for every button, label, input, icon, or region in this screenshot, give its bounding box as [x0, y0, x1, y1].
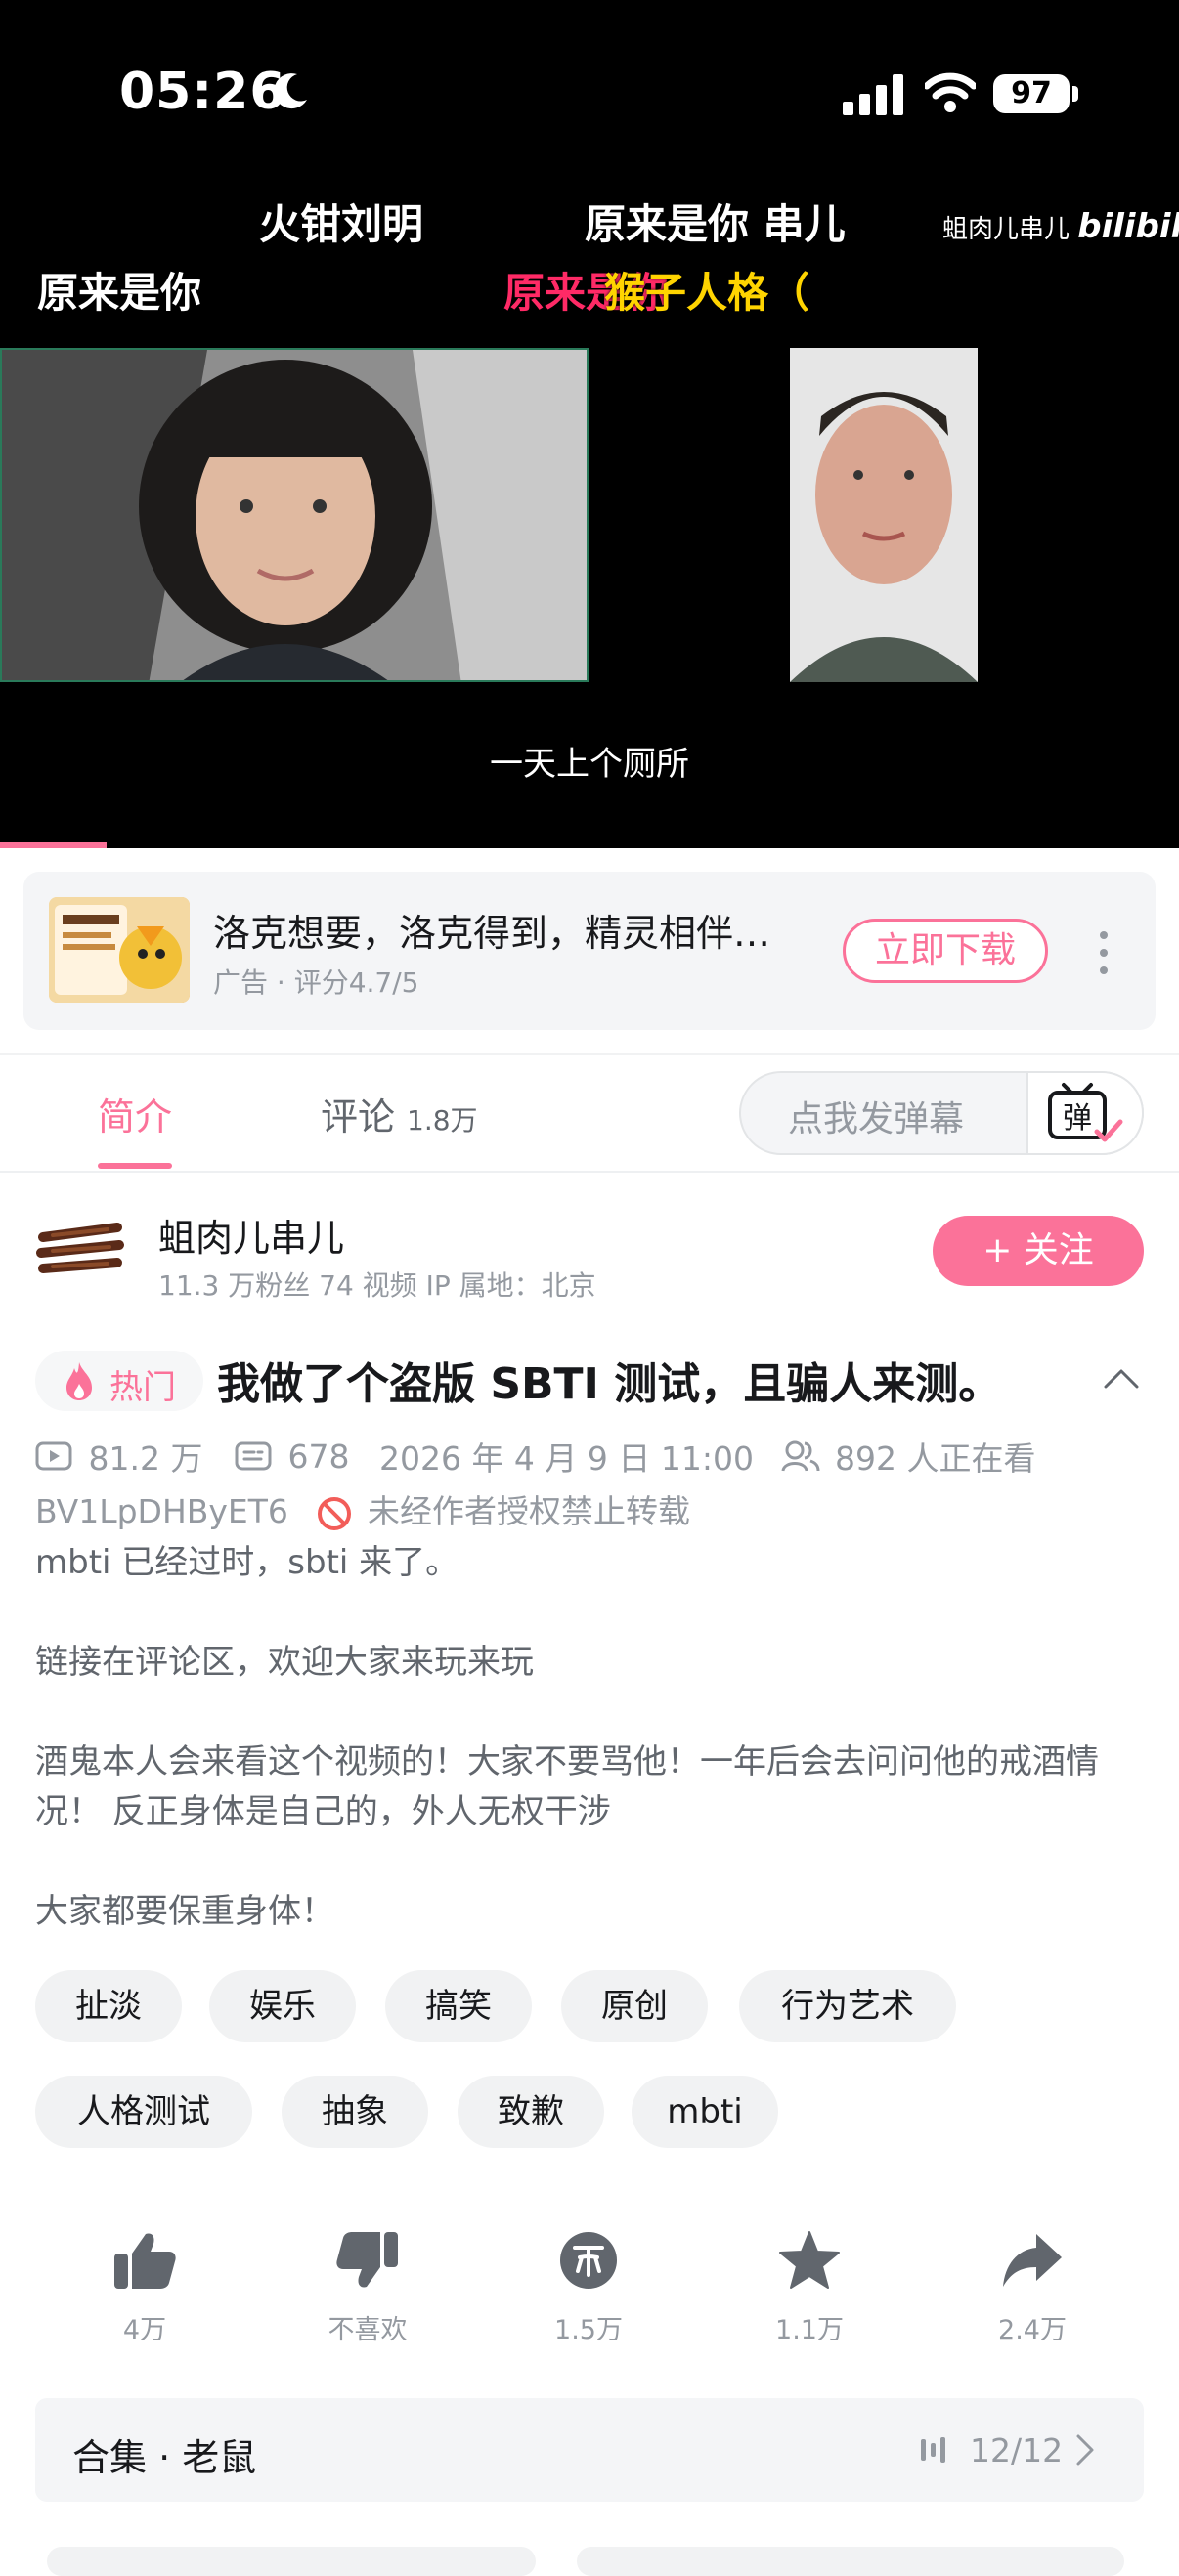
- tag-chip[interactable]: 扯淡: [35, 1970, 182, 2042]
- dislike-button[interactable]: 不喜欢: [299, 2230, 436, 2346]
- share-icon: [1003, 2234, 1062, 2287]
- danmaku-toggle-button[interactable]: 弹: [1026, 1071, 1144, 1155]
- divider: [0, 1053, 1179, 1055]
- hot-badge-label: 热门: [109, 1368, 176, 1407]
- viewers-icon: [781, 1440, 820, 1472]
- ad-game-art: [49, 897, 190, 1003]
- video-watermark: 蛆肉儿串儿 bilibili: [942, 207, 1179, 246]
- tag-chip[interactable]: mbti: [632, 2076, 778, 2148]
- avatar[interactable]: [33, 1216, 127, 1282]
- bvid-line: BV1LpDHByET6 未经作者授权禁止转载: [35, 1485, 690, 1532]
- more-options-icon[interactable]: [1099, 930, 1109, 975]
- publish-date: 2026 年 4 月 9 日 11:00: [378, 1439, 754, 1478]
- chevron-up-icon[interactable]: [1103, 1366, 1140, 1390]
- favorite-button[interactable]: 1.1万: [741, 2230, 878, 2346]
- danmaku-input-placeholder[interactable]: 点我发弹幕: [788, 1091, 964, 1141]
- dislike-label: 不喜欢: [328, 2315, 408, 2345]
- coin-count: 1.5万: [554, 2315, 623, 2345]
- ad-download-button[interactable]: 立即下载: [843, 919, 1048, 983]
- danmaku-comment: 猴子人格（: [604, 269, 810, 317]
- danmaku-toggle-icon: 弹: [1048, 1083, 1123, 1142]
- chevron-right-icon[interactable]: [1075, 2433, 1095, 2467]
- status-time: 05:26: [119, 63, 286, 121]
- ad-title[interactable]: 洛克想要，洛克得到，精灵相伴…: [213, 903, 770, 957]
- tab-intro[interactable]: 简介: [98, 1087, 172, 1140]
- collection-list-icon: [921, 2437, 945, 2463]
- danmaku-count-icon: [235, 1441, 272, 1471]
- tag-chip[interactable]: 人格测试: [35, 2076, 252, 2148]
- danmaku-comment: 火钳刘明: [259, 200, 424, 248]
- video-progress-bar[interactable]: [0, 842, 107, 848]
- tag-chip[interactable]: 娱乐: [209, 1970, 356, 2042]
- tag-chip[interactable]: 搞笑: [385, 1970, 532, 2042]
- danmaku-comment: 原来是你: [37, 269, 202, 317]
- tab-active-indicator: [98, 1163, 172, 1169]
- like-button[interactable]: 4万: [76, 2230, 213, 2346]
- no-repost-icon: [318, 1496, 352, 1530]
- tag-chip[interactable]: 致歉: [458, 2076, 604, 2148]
- video-meta: 81.2 万 678 2026 年 4 月 9 日 11:00 892 人正在看: [35, 1433, 1035, 1480]
- collection-progress: 12/12: [970, 2431, 1064, 2469]
- coin-button[interactable]: 1.5万: [520, 2230, 657, 2346]
- no-repost-notice: 未经作者授权禁止转载: [367, 1492, 690, 1530]
- collection-title[interactable]: 合集 · 老鼠: [72, 2427, 256, 2481]
- view-count: 81.2 万: [88, 1439, 203, 1478]
- thumbs-up-icon: [114, 2233, 176, 2289]
- tag-chip[interactable]: 行为艺术: [739, 1970, 956, 2042]
- person-right-illustration: [790, 348, 978, 682]
- star-icon: [779, 2231, 840, 2289]
- video-frame-left: [0, 348, 589, 682]
- thumbs-down-icon: [336, 2232, 398, 2288]
- video-description: mbti 已经过时，sbti 来了。 链接在评论区，欢迎大家来玩来玩 酒鬼本人会…: [35, 1543, 1099, 1931]
- battery-tip: [1072, 86, 1078, 102]
- tag-chip[interactable]: 原创: [561, 1970, 708, 2042]
- person-left-illustration: [2, 350, 587, 680]
- signal-icon: [843, 74, 903, 115]
- share-count: 2.4万: [998, 2315, 1067, 2345]
- watching-count: 892 人正在看: [834, 1439, 1036, 1478]
- danmaku-toggle-glyph: 弹: [1063, 1101, 1092, 1136]
- moon-icon: [274, 73, 307, 109]
- video-title: 我做了个盗版 SBTI 测试，且骗人来测。: [217, 1359, 1002, 1409]
- bilibili-logo: bilibili: [1077, 207, 1179, 246]
- tab-comments[interactable]: 评论 1.8万: [321, 1087, 478, 1140]
- related-item-placeholder[interactable]: [577, 2547, 1124, 2576]
- divider: [0, 1171, 1179, 1173]
- battery-icon: 97: [993, 74, 1070, 113]
- flame-icon: [66, 1362, 92, 1400]
- video-frame-right: [790, 348, 978, 682]
- uploader-stats: 11.3 万粉丝 74 视频 IP 属地：北京: [158, 1269, 596, 1302]
- watermark-user: 蛆肉儿串儿: [942, 215, 1070, 244]
- share-button[interactable]: 2.4万: [964, 2230, 1101, 2346]
- like-count: 4万: [122, 2315, 167, 2345]
- video-subtitle: 一天上个厕所: [490, 745, 689, 784]
- play-count-icon: [35, 1441, 72, 1471]
- wifi-icon: [925, 72, 976, 112]
- ad-meta: 广告 · 评分4.7/5: [213, 966, 419, 999]
- video-player[interactable]: 05:26 97 火钳刘明 原来是你 串儿 原来是你 原来是你 猴子人格（ 蛆肉…: [0, 0, 1179, 848]
- follow-button[interactable]: + 关注: [933, 1216, 1144, 1286]
- related-item-placeholder[interactable]: [47, 2547, 536, 2576]
- tab-comments-label: 评论: [321, 1095, 396, 1138]
- tag-chip[interactable]: 抽象: [282, 2076, 428, 2148]
- uploader-name[interactable]: 蛆肉儿串儿: [158, 1208, 344, 1262]
- danmaku-comment: 原来是你 串儿: [585, 200, 846, 248]
- bvid: BV1LpDHByET6: [35, 1492, 288, 1530]
- ad-thumbnail[interactable]: [49, 897, 190, 1003]
- tab-comments-count: 1.8万: [407, 1104, 478, 1137]
- favorite-count: 1.1万: [775, 2315, 844, 2345]
- coin-icon: [560, 2232, 617, 2289]
- danmaku-count: 678: [287, 1437, 350, 1476]
